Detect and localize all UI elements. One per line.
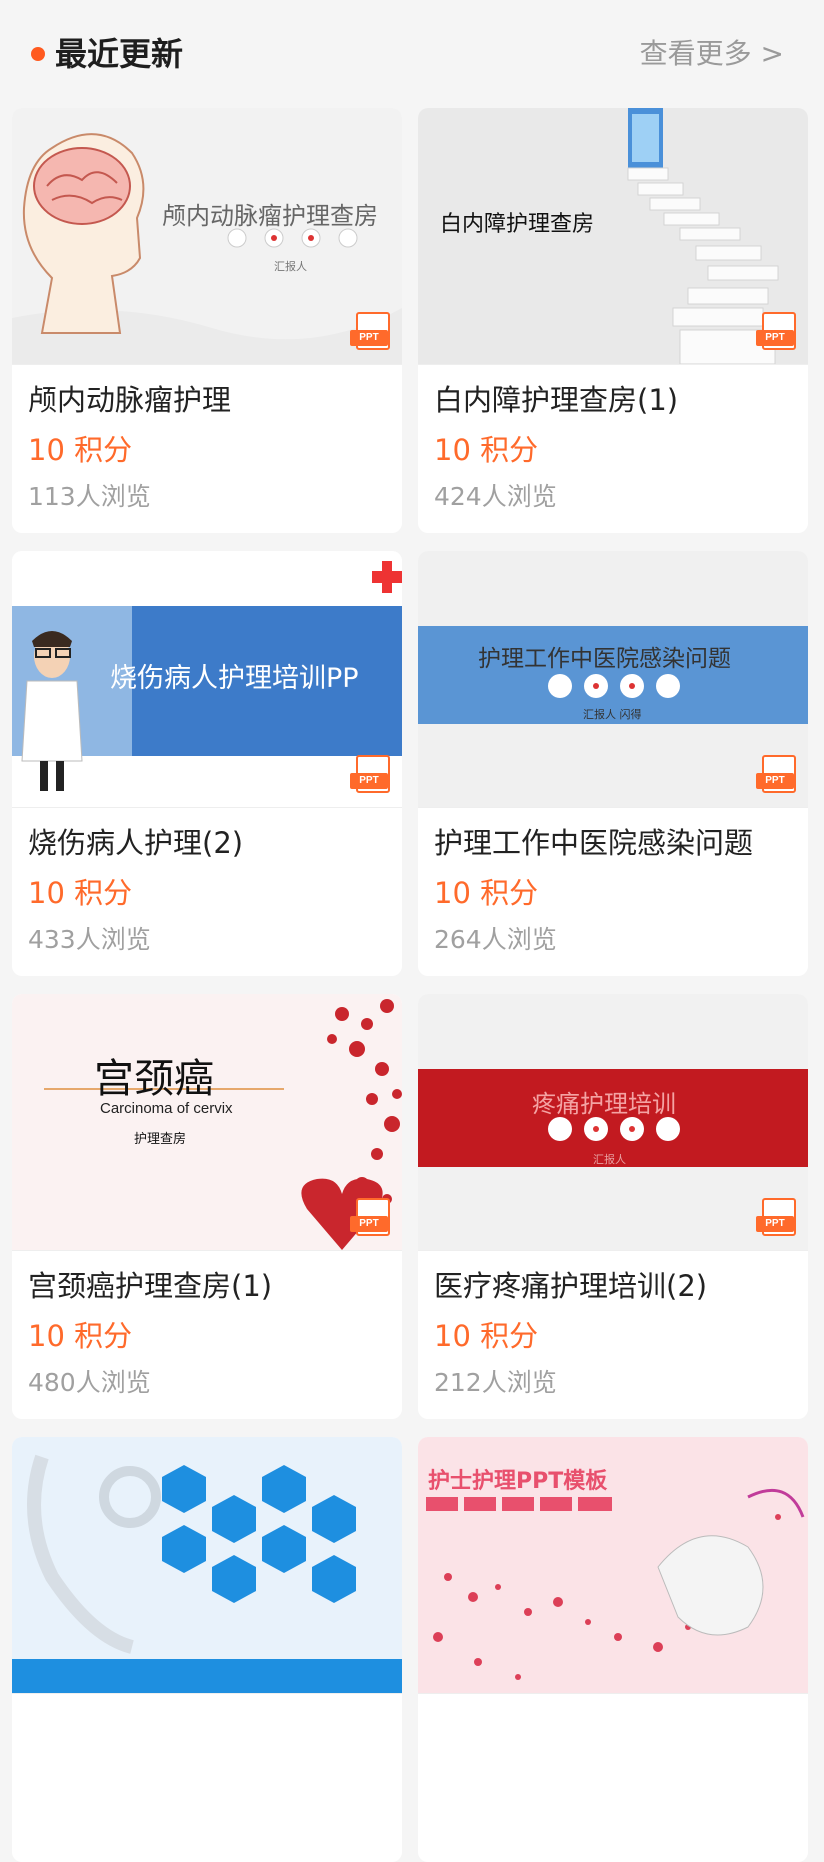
- card-views: 480人浏览: [28, 1368, 151, 1397]
- card-views: 212人浏览: [434, 1368, 557, 1397]
- card-views: 264人浏览: [434, 925, 557, 954]
- card-thumbnail[interactable]: 烧伤病人护理培训PP PPT: [12, 551, 402, 808]
- ppt-file-icon: PPT: [756, 312, 796, 350]
- section-title: 最近更新: [55, 35, 184, 73]
- thumb-title: 护理工作中医院感染问题: [478, 646, 731, 672]
- thumb-title: 疼痛护理培训: [532, 1090, 676, 1118]
- card-thumbnail[interactable]: 宫颈癌 Carcinoma of cervix 护理查房 PPT: [12, 994, 402, 1251]
- section-header: 最近更新 查看更多 >: [0, 0, 824, 108]
- card-price: 10 积分: [28, 876, 133, 910]
- card-price: 10 积分: [434, 1319, 539, 1353]
- ppt-file-icon: PPT: [350, 312, 390, 350]
- card-price: 10 积分: [28, 1319, 133, 1353]
- resource-card[interactable]: 白内障护理查房 PPT 白内障护理查房(1) 10 积分 424人浏览: [418, 108, 808, 533]
- thumb-subtitle: 汇报人: [593, 1153, 626, 1166]
- section-dot: [31, 47, 45, 61]
- thumb-subtitle: 汇报人 闪得: [583, 708, 642, 721]
- thumb-title: 宫颈癌: [94, 1056, 214, 1102]
- resource-card[interactable]: [12, 1437, 402, 1862]
- ppt-file-icon: PPT: [756, 755, 796, 793]
- ppt-file-icon: PPT: [350, 755, 390, 793]
- card-price: 10 积分: [434, 433, 539, 467]
- card-name[interactable]: 护理工作中医院感染问题: [434, 823, 753, 863]
- card-thumbnail[interactable]: [12, 1437, 402, 1694]
- thumb-subtitle: 汇报人: [274, 260, 307, 273]
- see-more-link[interactable]: 查看更多 >: [640, 34, 784, 74]
- card-thumbnail[interactable]: 护士护理PPT模板: [418, 1437, 808, 1694]
- resource-card[interactable]: 护士护理PPT模板: [418, 1437, 808, 1862]
- ppt-file-icon: PPT: [756, 1198, 796, 1236]
- card-views: 433人浏览: [28, 925, 151, 954]
- card-thumbnail[interactable]: 疼痛护理培训 汇报人 PPT: [418, 994, 808, 1251]
- thumb-subtitle-2: 护理查房: [134, 1132, 187, 1147]
- thumb-title: 白内障护理查房: [440, 212, 595, 237]
- card-thumbnail[interactable]: 护理工作中医院感染问题 汇报人 闪得 PPT: [418, 551, 808, 808]
- thumb-title: 护士护理PPT模板: [428, 1469, 608, 1494]
- ppt-file-icon: PPT: [350, 1198, 390, 1236]
- card-views: 113人浏览: [28, 482, 151, 511]
- card-price: 10 积分: [28, 433, 133, 467]
- card-thumbnail[interactable]: 颅内动脉瘤护理查房 汇报人 PPT: [12, 108, 402, 365]
- resource-card[interactable]: 护理工作中医院感染问题 汇报人 闪得 PPT 护理工作中医院感染问题 10 积分…: [418, 551, 808, 976]
- resource-card[interactable]: 烧伤病人护理培训PP PPT 烧伤病人护理(2) 10 积分 433人浏览: [12, 551, 402, 976]
- card-views: 424人浏览: [434, 482, 557, 511]
- thumb-subtitle: Carcinoma of cervix: [100, 1100, 233, 1117]
- thumb-title: 烧伤病人护理培训PP: [110, 663, 359, 694]
- card-name[interactable]: 医疗疼痛护理培训(2): [434, 1266, 707, 1306]
- card-name[interactable]: 颅内动脉瘤护理: [28, 380, 231, 420]
- thumb-title: 颅内动脉瘤护理查房: [162, 202, 378, 230]
- card-thumbnail[interactable]: 白内障护理查房 PPT: [418, 108, 808, 365]
- resource-card[interactable]: 颅内动脉瘤护理查房 汇报人 PPT 颅内动脉瘤护理 10 积分 113人浏览: [12, 108, 402, 533]
- resource-card[interactable]: 疼痛护理培训 汇报人 PPT 医疗疼痛护理培训(2) 10 积分 212人浏览: [418, 994, 808, 1419]
- resource-card[interactable]: 宫颈癌 Carcinoma of cervix 护理查房 PPT 宫颈癌护理查房…: [12, 994, 402, 1419]
- card-name[interactable]: 白内障护理查房(1): [434, 380, 678, 420]
- card-name[interactable]: 烧伤病人护理(2): [28, 823, 243, 863]
- card-name[interactable]: 宫颈癌护理查房(1): [28, 1266, 272, 1306]
- card-price: 10 积分: [434, 876, 539, 910]
